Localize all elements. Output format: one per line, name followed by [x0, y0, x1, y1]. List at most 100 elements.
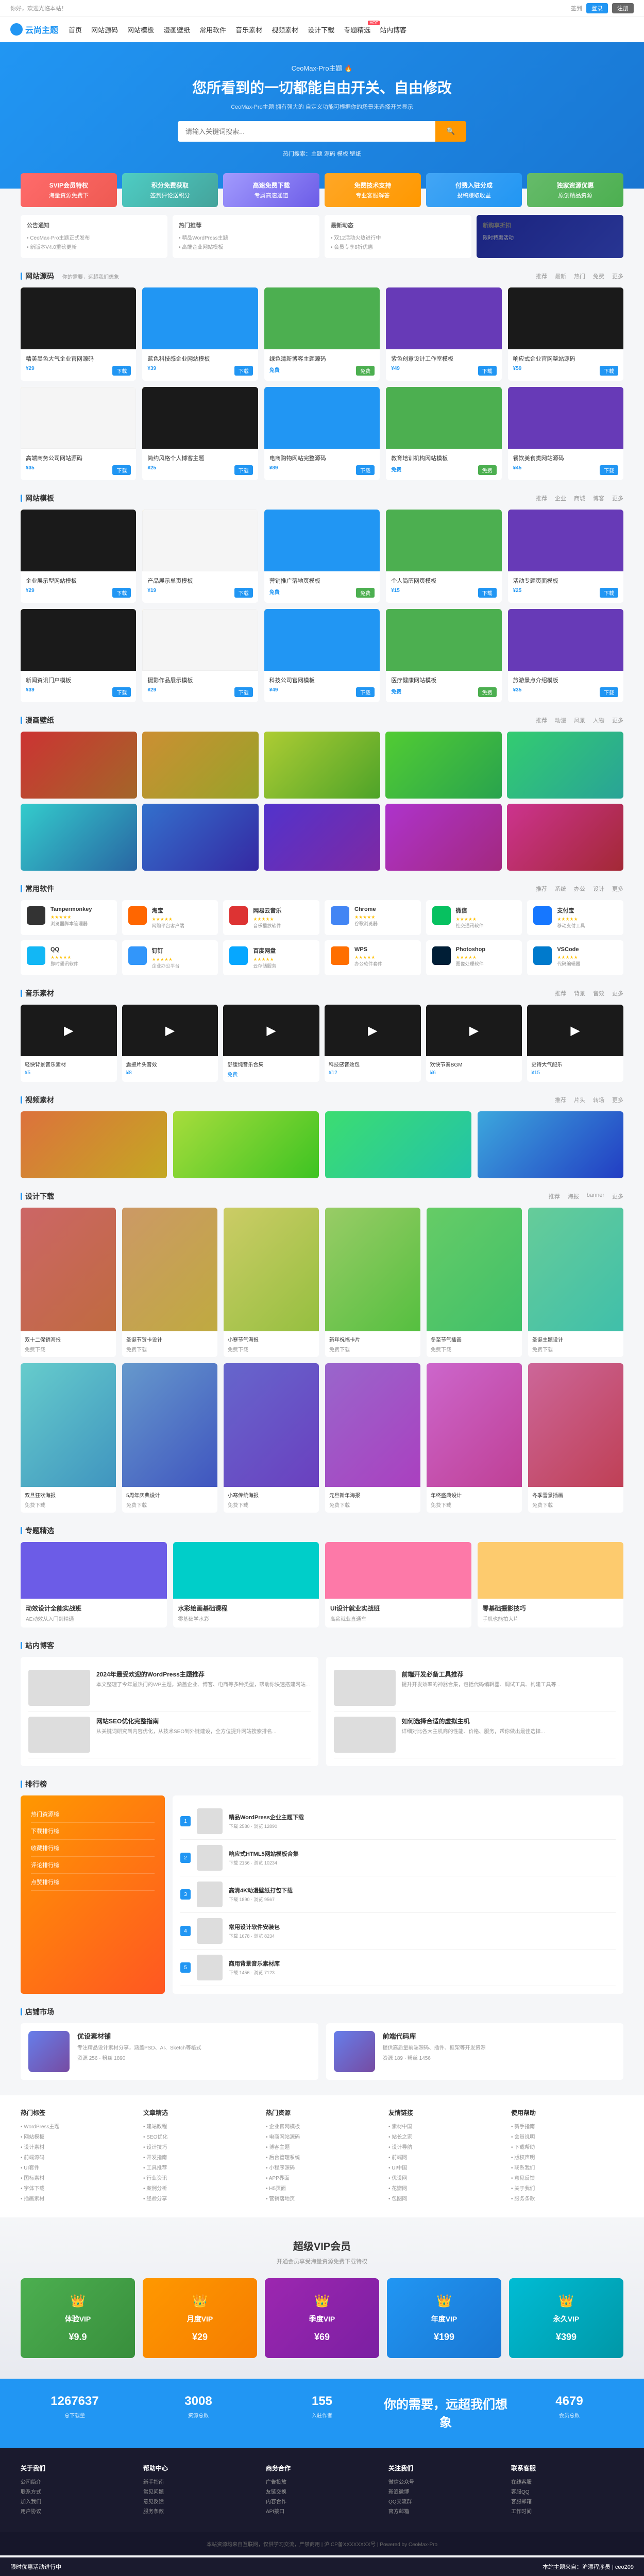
resource-card[interactable]: 推荐营销推广落地页模板免费免费 [264, 510, 380, 603]
video-card[interactable] [173, 1111, 319, 1178]
footer-nav-link[interactable]: 新浪微博 [388, 2487, 501, 2495]
design-card[interactable]: 5周年庆典设计免费下载 [122, 1363, 217, 1513]
tab[interactable]: 商城 [574, 494, 585, 502]
tab[interactable]: 设计 [593, 885, 604, 893]
feature-card[interactable]: SVIP会员特权海量资源免费下 [21, 173, 117, 207]
music-card[interactable]: ▶史诗大气配乐¥15 [527, 1005, 623, 1082]
register-button[interactable]: 注册 [612, 3, 634, 13]
footer-link[interactable]: • UI套件 [21, 2163, 133, 2171]
wallpaper-item[interactable] [507, 804, 623, 871]
software-card[interactable]: 支付宝★★★★★移动支付工具 [527, 900, 623, 935]
tab[interactable]: 办公 [574, 885, 585, 893]
tab[interactable]: 推荐 [536, 716, 547, 724]
resource-card[interactable]: 推荐绿色清新博客主题源码免费免费 [264, 287, 380, 381]
wallpaper-item[interactable] [21, 804, 137, 871]
software-card[interactable]: 淘宝★★★★★网购平台客户端 [122, 900, 218, 935]
footer-link[interactable]: • 优设网 [388, 2174, 501, 2181]
footer-link[interactable]: • 关于我们 [511, 2184, 623, 2192]
design-card[interactable]: 冬至节气插画免费下载 [427, 1208, 522, 1357]
footer-link[interactable]: • 行业资讯 [143, 2174, 256, 2181]
software-card[interactable]: 网易云音乐★★★★★音乐播放软件 [223, 900, 319, 935]
topic-card[interactable]: 动效设计全能实战班AE动效从入门到精通 [21, 1542, 167, 1628]
tab[interactable]: 更多 [612, 885, 623, 893]
footer-nav-link[interactable]: 友链交换 [266, 2487, 378, 2495]
footer-nav-link[interactable]: 加入我们 [21, 2497, 133, 2505]
footer-link[interactable]: • 插画素材 [21, 2194, 133, 2202]
nav-item[interactable]: 网站模板 [127, 25, 154, 35]
topic-card[interactable]: 零基础摄影技巧手机也能拍大片 [478, 1542, 624, 1628]
nav-item[interactable]: 专题精选 [344, 25, 370, 35]
resource-card[interactable]: 推荐摄影作品展示模板¥29下载 [142, 609, 258, 702]
wallpaper-item[interactable] [142, 804, 259, 871]
nav-item[interactable]: 音乐素材 [235, 25, 262, 35]
login-button[interactable]: 登录 [586, 3, 608, 13]
footer-link[interactable]: • 新手指南 [511, 2122, 623, 2130]
tab[interactable]: 推荐 [536, 272, 547, 280]
resource-card[interactable]: 推荐简约风格个人博客主题¥25下载 [142, 387, 258, 480]
music-card[interactable]: ▶舒缓纯音乐合集免费 [223, 1005, 319, 1082]
tab[interactable]: 更多 [612, 272, 623, 280]
footer-link[interactable]: • 联系我们 [511, 2163, 623, 2171]
rank-item[interactable]: 4常用设计软件安装包下载 1678 · 浏览 8234 [180, 1913, 616, 1950]
tab[interactable]: 企业 [555, 494, 566, 502]
tab[interactable]: 海报 [568, 1192, 579, 1200]
tab[interactable]: 免费 [593, 272, 604, 280]
tab[interactable]: 系统 [555, 885, 566, 893]
footer-link[interactable]: • 博客主题 [266, 2143, 378, 2150]
footer-link[interactable]: • 设计技巧 [143, 2143, 256, 2150]
footer-link[interactable]: • 工具推荐 [143, 2163, 256, 2171]
footer-link[interactable]: • 后台管理系统 [266, 2153, 378, 2161]
rank-item[interactable]: 2响应式HTML5网站模板合集下载 2156 · 浏览 10234 [180, 1840, 616, 1876]
design-card[interactable]: 年终盛典设计免费下载 [427, 1363, 522, 1513]
footer-nav-link[interactable]: 微信公众号 [388, 2478, 501, 2485]
resource-card[interactable]: 推荐新闻资讯门户模板¥39下载 [21, 609, 136, 702]
video-card[interactable] [478, 1111, 624, 1178]
footer-link[interactable]: • 素材中国 [388, 2122, 501, 2130]
resource-card[interactable]: 推荐个人简历网页模板¥15下载 [386, 510, 501, 603]
footer-nav-link[interactable]: 客服邮箱 [511, 2497, 623, 2505]
footer-link[interactable]: • 下载帮助 [511, 2143, 623, 2150]
software-card[interactable]: 微信★★★★★社交通讯软件 [426, 900, 522, 935]
footer-nav-link[interactable]: 联系方式 [21, 2487, 133, 2495]
nav-item[interactable]: 站内博客 [380, 25, 406, 35]
music-card[interactable]: ▶欢快节奏BGM¥6 [426, 1005, 522, 1082]
music-card[interactable]: ▶震撼片头音效¥8 [122, 1005, 218, 1082]
topic-card[interactable]: UI设计就业实战班高薪就业直通车 [325, 1542, 471, 1628]
nav-item[interactable]: 首页 [69, 25, 82, 35]
design-card[interactable]: 小寒传统海报免费下载 [224, 1363, 319, 1513]
wallpaper-item[interactable] [507, 732, 623, 799]
resource-card[interactable]: 推荐旅游景点介绍模板¥35下载 [508, 609, 623, 702]
wallpaper-item[interactable] [264, 732, 380, 799]
rank-tab[interactable]: 评论排行榜 [31, 1857, 155, 1874]
footer-nav-link[interactable]: 用户协议 [21, 2507, 133, 2515]
footer-link[interactable]: • 设计导航 [388, 2143, 501, 2150]
footer-link[interactable]: • 前端源码 [21, 2153, 133, 2161]
resource-card[interactable]: 推荐高端商务公司网站源码¥35下载 [21, 387, 136, 480]
wallpaper-item[interactable] [21, 732, 137, 799]
footer-link[interactable]: • 电商网站源码 [266, 2132, 378, 2140]
tab[interactable]: 更多 [612, 1096, 623, 1104]
footer-link[interactable]: • 案例分析 [143, 2184, 256, 2192]
music-card[interactable]: ▶科技感音效包¥12 [325, 1005, 421, 1082]
news-item[interactable]: 前端开发必备工具推荐提升开发效率的神器合集，包括代码编辑器、调试工具、构建工具等… [334, 1665, 616, 1711]
vip-card[interactable]: 👑永久VIP¥399 [509, 2278, 623, 2358]
footer-link[interactable]: • WordPress主题 [21, 2122, 133, 2130]
footer-link[interactable]: • 意见反馈 [511, 2174, 623, 2181]
design-card[interactable]: 双旦狂欢海报免费下载 [21, 1363, 116, 1513]
footer-link[interactable]: • 营销落地页 [266, 2194, 378, 2202]
feature-card[interactable]: 积分免费获取签到评论送积分 [122, 173, 218, 207]
software-card[interactable]: QQ★★★★★即时通讯软件 [21, 940, 117, 975]
feature-card[interactable]: 独家资源优惠原创精品资源 [527, 173, 623, 207]
tab[interactable]: 博客 [593, 494, 604, 502]
nav-item[interactable]: 设计下载 [308, 25, 334, 35]
rank-tab[interactable]: 收藏排行榜 [31, 1840, 155, 1857]
tab[interactable]: 转场 [593, 1096, 604, 1104]
rank-item[interactable]: 5商用背景音乐素材库下载 1456 · 浏览 7123 [180, 1950, 616, 1986]
footer-nav-link[interactable]: 官方邮箱 [388, 2507, 501, 2515]
footer-link[interactable]: • 网站模板 [21, 2132, 133, 2140]
design-card[interactable]: 冬季雪景插画免费下载 [528, 1363, 623, 1513]
news-item[interactable]: 网站SEO优化完整指南从关键词研究到内容优化，从技术SEO到外链建设，全方位提升… [28, 1711, 311, 1758]
resource-card[interactable]: 推荐精美黑色大气企业官网源码¥29下载 [21, 287, 136, 381]
tab[interactable]: banner [587, 1192, 604, 1200]
tab[interactable]: 更多 [612, 1192, 623, 1200]
